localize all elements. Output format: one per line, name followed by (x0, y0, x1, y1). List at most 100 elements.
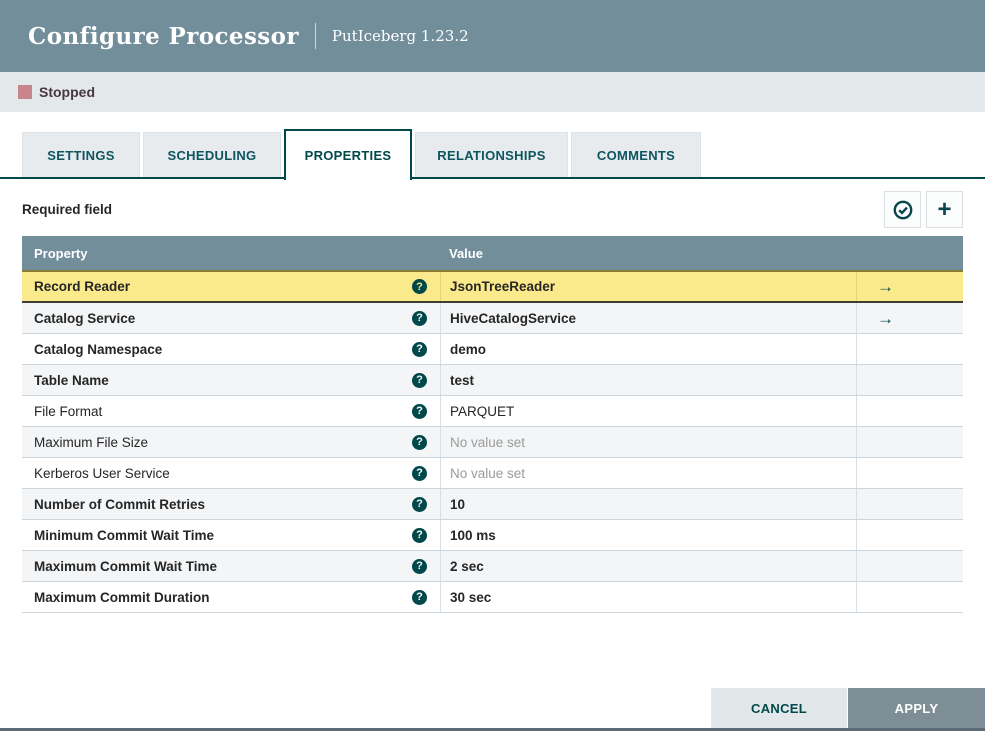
check-circle-icon (893, 200, 912, 219)
table-header: Property Value (22, 236, 963, 270)
table-row[interactable]: Minimum Commit Wait Time ? 100 ms (22, 520, 963, 551)
property-name: Minimum Commit Wait Time (34, 527, 215, 543)
property-value: 100 ms (450, 527, 496, 543)
value-cell[interactable]: 30 sec (440, 582, 856, 612)
property-value: test (450, 372, 475, 388)
action-cell (856, 427, 963, 457)
column-header-value: Value (449, 245, 483, 261)
tab-properties[interactable]: PROPERTIES (284, 129, 412, 180)
title-separator (314, 23, 316, 49)
value-cell[interactable]: 100 ms (440, 520, 856, 550)
help-icon[interactable]: ? (412, 341, 427, 357)
property-value: PARQUET (450, 403, 515, 419)
table-row[interactable]: Catalog Service ? HiveCatalogService → (22, 303, 963, 334)
property-name: Catalog Service (34, 310, 136, 326)
table-row[interactable]: Maximum File Size ? No value set (22, 427, 963, 458)
action-cell (856, 489, 963, 519)
value-cell[interactable]: PARQUET (440, 396, 856, 426)
help-icon[interactable]: ? (412, 279, 427, 294)
tabs: SETTINGS SCHEDULING PROPERTIES RELATIONSHIP… (0, 129, 985, 180)
property-cell: Catalog Service ? (22, 303, 440, 333)
help-icon[interactable]: ? (412, 558, 427, 574)
value-cell[interactable]: 2 sec (440, 551, 856, 581)
apply-button[interactable]: APPLY (848, 688, 985, 728)
table-row[interactable]: Kerberos User Service ? No value set (22, 458, 963, 489)
properties-toolbar: Required field + (22, 191, 963, 228)
property-name: File Format (34, 403, 103, 419)
go-to-service-icon[interactable]: → (877, 278, 894, 295)
help-icon[interactable]: ? (412, 434, 427, 450)
property-value: HiveCatalogService (450, 310, 577, 326)
dialog-header: Configure Processor PutIceberg 1.23.2 (0, 0, 985, 72)
help-icon[interactable]: ? (412, 310, 427, 326)
verify-properties-button[interactable] (884, 191, 921, 228)
action-cell (856, 396, 963, 426)
property-cell: File Format ? (22, 396, 440, 426)
table-row[interactable]: Number of Commit Retries ? 10 (22, 489, 963, 520)
help-icon[interactable]: ? (412, 496, 427, 512)
action-cell (856, 551, 963, 581)
footer-buttons: CANCEL APPLY (711, 688, 985, 728)
property-name: Kerberos User Service (34, 465, 170, 481)
help-icon[interactable]: ? (412, 403, 427, 419)
stopped-status-icon (18, 85, 32, 99)
property-cell: Table Name ? (22, 365, 440, 395)
table-row[interactable]: Maximum Commit Wait Time ? 2 sec (22, 551, 963, 582)
property-value: 30 sec (450, 589, 492, 605)
property-name: Catalog Namespace (34, 341, 163, 357)
tab-scheduling[interactable]: SCHEDULING (143, 132, 281, 177)
table-row[interactable]: Record Reader ? JsonTreeReader → (22, 270, 963, 303)
property-cell: Number of Commit Retries ? (22, 489, 440, 519)
tab-relationships[interactable]: RELATIONSHIPS (415, 132, 568, 177)
column-header-property: Property (34, 245, 88, 261)
status-bar: Stopped (0, 72, 985, 112)
value-cell[interactable]: demo (440, 334, 856, 364)
table-row[interactable]: Table Name ? test (22, 365, 963, 396)
action-cell (856, 365, 963, 395)
go-to-service-icon[interactable]: → (877, 310, 894, 327)
table-body: Record Reader ? JsonTreeReader → Catalog… (22, 270, 963, 613)
add-property-button[interactable]: + (926, 191, 963, 228)
property-cell: Maximum Commit Wait Time ? (22, 551, 440, 581)
cancel-button[interactable]: CANCEL (711, 688, 847, 728)
value-cell[interactable]: No value set (440, 427, 856, 457)
action-cell: → (856, 303, 963, 333)
property-name: Number of Commit Retries (34, 496, 206, 512)
help-icon[interactable]: ? (412, 589, 427, 605)
value-cell[interactable]: 10 (440, 489, 856, 519)
property-name: Maximum Commit Duration (34, 589, 210, 605)
action-cell (856, 334, 963, 364)
processor-name-version: PutIceberg 1.23.2 (331, 27, 469, 45)
property-name: Maximum File Size (34, 434, 149, 450)
action-cell: → (856, 272, 963, 301)
status-label: Stopped (39, 84, 95, 100)
help-icon[interactable]: ? (412, 465, 427, 481)
dialog-title: Configure Processor (28, 22, 299, 50)
table-row[interactable]: Catalog Namespace ? demo (22, 334, 963, 365)
property-name: Maximum Commit Wait Time (34, 558, 218, 574)
value-cell[interactable]: HiveCatalogService (440, 303, 856, 333)
property-name: Record Reader (34, 279, 131, 294)
required-field-label: Required field (22, 202, 113, 217)
action-cell (856, 520, 963, 550)
properties-table: Property Value Record Reader ? JsonTreeR… (22, 236, 963, 613)
property-cell: Kerberos User Service ? (22, 458, 440, 488)
property-value: 2 sec (450, 558, 484, 574)
help-icon[interactable]: ? (412, 527, 427, 543)
property-value: 10 (450, 496, 466, 512)
property-value: demo (450, 341, 487, 357)
action-cell (856, 582, 963, 612)
toolbar-buttons: + (884, 191, 963, 228)
table-row[interactable]: File Format ? PARQUET (22, 396, 963, 427)
tab-comments[interactable]: COMMENTS (571, 132, 701, 177)
help-icon[interactable]: ? (412, 372, 427, 388)
value-cell[interactable]: No value set (440, 458, 856, 488)
property-value: JsonTreeReader (450, 279, 556, 294)
value-cell[interactable]: JsonTreeReader (440, 272, 856, 301)
value-cell[interactable]: test (440, 365, 856, 395)
property-cell: Minimum Commit Wait Time ? (22, 520, 440, 550)
action-cell (856, 458, 963, 488)
tab-settings[interactable]: SETTINGS (22, 132, 140, 177)
property-cell: Catalog Namespace ? (22, 334, 440, 364)
table-row[interactable]: Maximum Commit Duration ? 30 sec (22, 582, 963, 613)
